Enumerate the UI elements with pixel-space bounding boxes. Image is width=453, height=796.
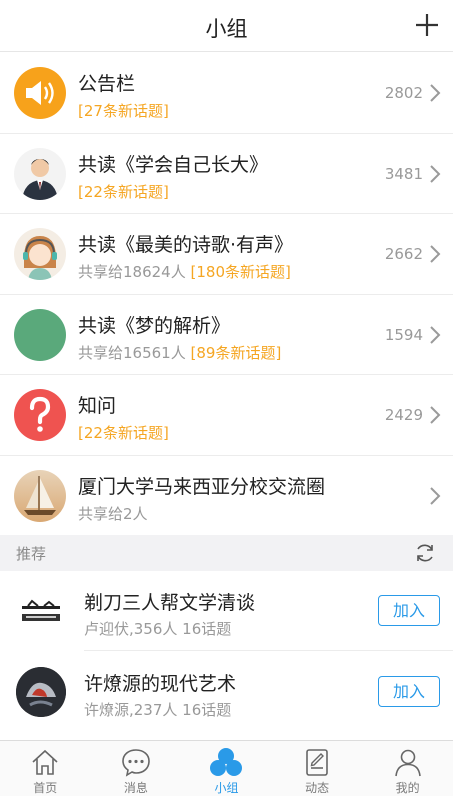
message-icon xyxy=(122,749,150,777)
group-list: 公告栏 [27条新话题] 2802 共读《学会自己长大》 [22条新话题] 34… xyxy=(0,53,453,537)
recommend-item[interactable]: 许燎源的现代艺术 许燎源,237人 16话题 加入 xyxy=(0,652,453,732)
chevron-right-icon xyxy=(430,164,441,183)
recommend-item-title: 剃刀三人帮文学清谈 xyxy=(84,592,256,614)
member-count: 1594 xyxy=(384,325,423,344)
tab-profile[interactable]: 我的 xyxy=(362,741,453,796)
avatar xyxy=(14,308,66,361)
tab-feed[interactable]: 动态 xyxy=(272,741,363,796)
chevron-right-icon xyxy=(430,487,441,505)
group-subtitle: 共享给2人 xyxy=(78,504,148,523)
group-thumbnail xyxy=(16,586,66,636)
member-count: 2662 xyxy=(384,245,423,264)
group-row-grow-up[interactable]: 共读《学会自己长大》 [22条新话题] 3481 xyxy=(0,134,453,215)
feed-icon xyxy=(306,749,328,776)
tab-bar: 首页 消息 小组 动态 我的 xyxy=(0,740,453,796)
new-topics-badge: [89条新话题] xyxy=(190,343,282,362)
refresh-icon[interactable] xyxy=(413,541,437,565)
group-subtitle: 共享给16561人 [89条新话题] xyxy=(78,343,282,362)
member-count: 2802 xyxy=(384,84,423,102)
avatar xyxy=(14,147,66,200)
avatar xyxy=(14,228,66,281)
tab-label: 我的 xyxy=(395,781,420,795)
recommend-item-title: 许燎源的现代艺术 xyxy=(84,673,237,695)
group-title: 共读《学会自己长大》 xyxy=(78,153,269,176)
recommend-item-subtitle: 许燎源,237人 16话题 xyxy=(84,701,232,719)
chevron-right-icon xyxy=(430,326,441,344)
tab-groups[interactable]: 小组 xyxy=(181,741,272,796)
tab-label: 首页 xyxy=(33,781,58,795)
join-button[interactable]: 加入 xyxy=(378,676,440,707)
group-row-poetry[interactable]: 共读《最美的诗歌·有声》 共享给18624人 [180条新话题] 2662 xyxy=(0,214,453,295)
group-title: 厦门大学马来西亚分校交流圈 xyxy=(78,475,326,498)
chevron-right-icon xyxy=(430,406,441,425)
recommend-item-subtitle: 卢迎伏,356人 16话题 xyxy=(84,620,232,638)
group-row-qa[interactable]: 知问 [22条新话题] 2429 xyxy=(0,375,453,456)
announcement-icon xyxy=(14,67,66,119)
question-icon xyxy=(14,389,66,442)
new-topics-badge: [22条新话题] xyxy=(78,182,169,201)
sailboat-icon xyxy=(14,469,66,522)
group-row-announcement[interactable]: 公告栏 [27条新话题] 2802 xyxy=(0,53,453,134)
profile-icon xyxy=(394,749,421,777)
new-topics-badge: [22条新话题] xyxy=(78,424,169,443)
group-subtitle: [22条新话题] xyxy=(78,181,169,202)
group-title: 共读《最美的诗歌·有声》 xyxy=(78,234,294,257)
member-count: 2429 xyxy=(384,406,423,425)
group-row-dream[interactable]: 共读《梦的解析》 共享给16561人 [89条新话题] 1594 xyxy=(0,295,453,376)
join-button[interactable]: 加入 xyxy=(378,595,440,626)
home-icon xyxy=(32,749,58,775)
page-title: 小组 xyxy=(205,17,248,41)
new-topics-badge: [180条新话题] xyxy=(190,263,291,282)
add-icon[interactable] xyxy=(411,9,443,41)
chevron-right-icon xyxy=(430,84,441,102)
group-title: 知问 xyxy=(78,395,117,418)
tab-messages[interactable]: 消息 xyxy=(91,741,182,796)
member-count: 3481 xyxy=(384,164,423,183)
recommend-header: 推荐 xyxy=(0,535,453,571)
group-title: 共读《梦的解析》 xyxy=(78,314,231,337)
group-title: 公告栏 xyxy=(78,73,136,95)
recommend-title: 推荐 xyxy=(16,545,47,563)
tab-label: 小组 xyxy=(214,781,239,795)
recommend-item[interactable]: 剃刀三人帮文学清谈 卢迎伏,356人 16话题 加入 xyxy=(0,571,453,651)
group-subtitle: [27条新话题] xyxy=(78,100,169,121)
group-thumbnail xyxy=(16,667,66,717)
group-row-xmu-malaysia[interactable]: 厦门大学马来西亚分校交流圈 共享给2人 xyxy=(0,456,453,537)
chevron-right-icon xyxy=(430,245,441,263)
new-topics-badge: [27条新话题] xyxy=(78,102,169,120)
divider xyxy=(84,650,453,651)
group-subtitle: [22条新话题] xyxy=(78,422,169,443)
tab-home[interactable]: 首页 xyxy=(0,741,91,796)
group-icon xyxy=(210,748,243,776)
group-subtitle: 共享给18624人 [180条新话题] xyxy=(78,263,291,282)
tab-label: 消息 xyxy=(123,781,148,795)
nav-bar: 小组 xyxy=(0,0,453,52)
tab-label: 动态 xyxy=(305,781,330,795)
